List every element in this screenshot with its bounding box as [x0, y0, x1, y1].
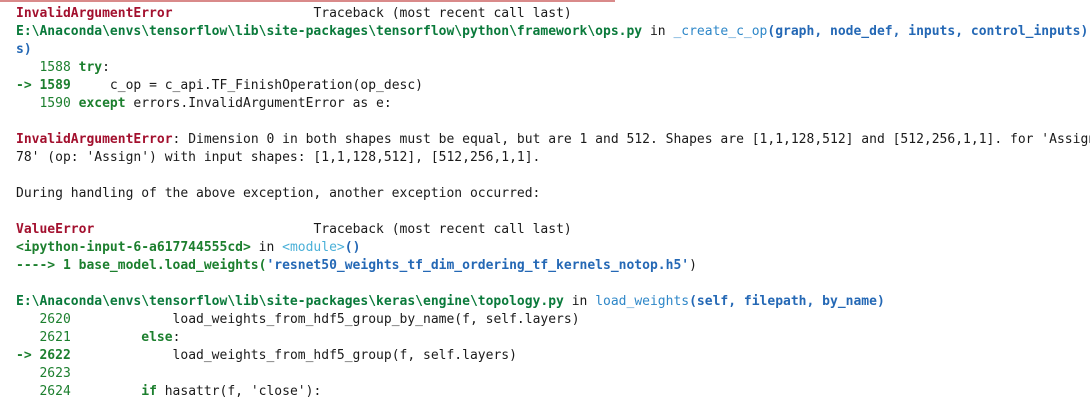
function-args: (graph, node_def, inputs, control_inputs…: [767, 24, 1089, 39]
cell-reference: <ipython-input-6-a617744555cd>: [16, 240, 251, 255]
current-line-arrow: ----> 1 base_model.load_weights(: [16, 258, 267, 273]
frame-location: E:\Anaconda\envs\tensorflow\lib\site-pac…: [16, 294, 885, 309]
string-literal: 'resnet50_weights_tf_dim_ordering_tf_ker…: [266, 258, 690, 273]
file-path: E:\Anaconda\envs\tensorflow\lib\site-pac…: [16, 294, 564, 309]
keyword: else: [141, 330, 173, 345]
code-line-current: -> 1589 c_op = c_api.TF_FinishOperation(…: [16, 78, 423, 93]
during-handling-message: During handling of the above exception, …: [16, 186, 541, 201]
line-number: 2623: [16, 366, 79, 381]
error-name: InvalidArgumentError: [16, 6, 173, 21]
line-number: 2620: [16, 312, 79, 327]
frame-location: E:\Anaconda\envs\tensorflow\lib\site-pac…: [16, 24, 1089, 39]
traceback-header: Traceback (most recent call last): [313, 6, 572, 21]
code-line: 2620 load_weights_from_hdf5_group_by_nam…: [16, 312, 580, 327]
line-number: 2621: [16, 330, 79, 345]
frame-location-wrap: s): [16, 42, 32, 57]
line-number: 1590: [16, 96, 79, 111]
line-number: -> 1589: [16, 78, 79, 93]
error-message-line: InvalidArgumentError: Dimension 0 in bot…: [16, 131, 1090, 149]
line-number: -> 2622: [16, 348, 79, 363]
code-line: 1590 except errors.InvalidArgumentError …: [16, 96, 392, 111]
error-name: ValueError: [16, 222, 95, 237]
code-line-current: ----> 1 base_model.load_weights('resnet5…: [16, 258, 697, 273]
module-name: <module>: [282, 240, 345, 255]
function-name: load_weights: [595, 294, 690, 309]
function-name: _create_c_op: [673, 24, 768, 39]
traceback-output: InvalidArgumentError Traceback (most rec…: [16, 5, 1090, 401]
line-number: 1588: [16, 60, 79, 75]
code-line: 2621 else:: [16, 330, 181, 345]
function-args: (self, filepath, by_name): [689, 294, 885, 309]
output-divider: [0, 0, 615, 2]
code-line: 2624 if hasattr(f, 'close'):: [16, 384, 322, 399]
cell-location: <ipython-input-6-a617744555cd> in <modul…: [16, 240, 361, 255]
file-path: E:\Anaconda\envs\tensorflow\lib\site-pac…: [16, 24, 643, 39]
traceback-header: Traceback (most recent call last): [313, 222, 572, 237]
error-message: : Dimension 0 in both shapes must be equ…: [172, 132, 1090, 147]
code-line: 1588 try:: [16, 60, 110, 75]
keyword: if: [141, 384, 157, 399]
code-line-current: -> 2622 load_weights_from_hdf5_group(f, …: [16, 348, 517, 363]
error-name: InvalidArgumentError: [16, 132, 173, 147]
code-line: 2623: [16, 365, 1090, 383]
traceback-header-line: InvalidArgumentError Traceback (most rec…: [16, 5, 1090, 23]
error-message-wrap: 78' (op: 'Assign') with input shapes: [1…: [16, 150, 541, 165]
traceback-header-line: ValueError Traceback (most recent call l…: [16, 221, 1090, 239]
line-number: 2624: [16, 384, 79, 399]
